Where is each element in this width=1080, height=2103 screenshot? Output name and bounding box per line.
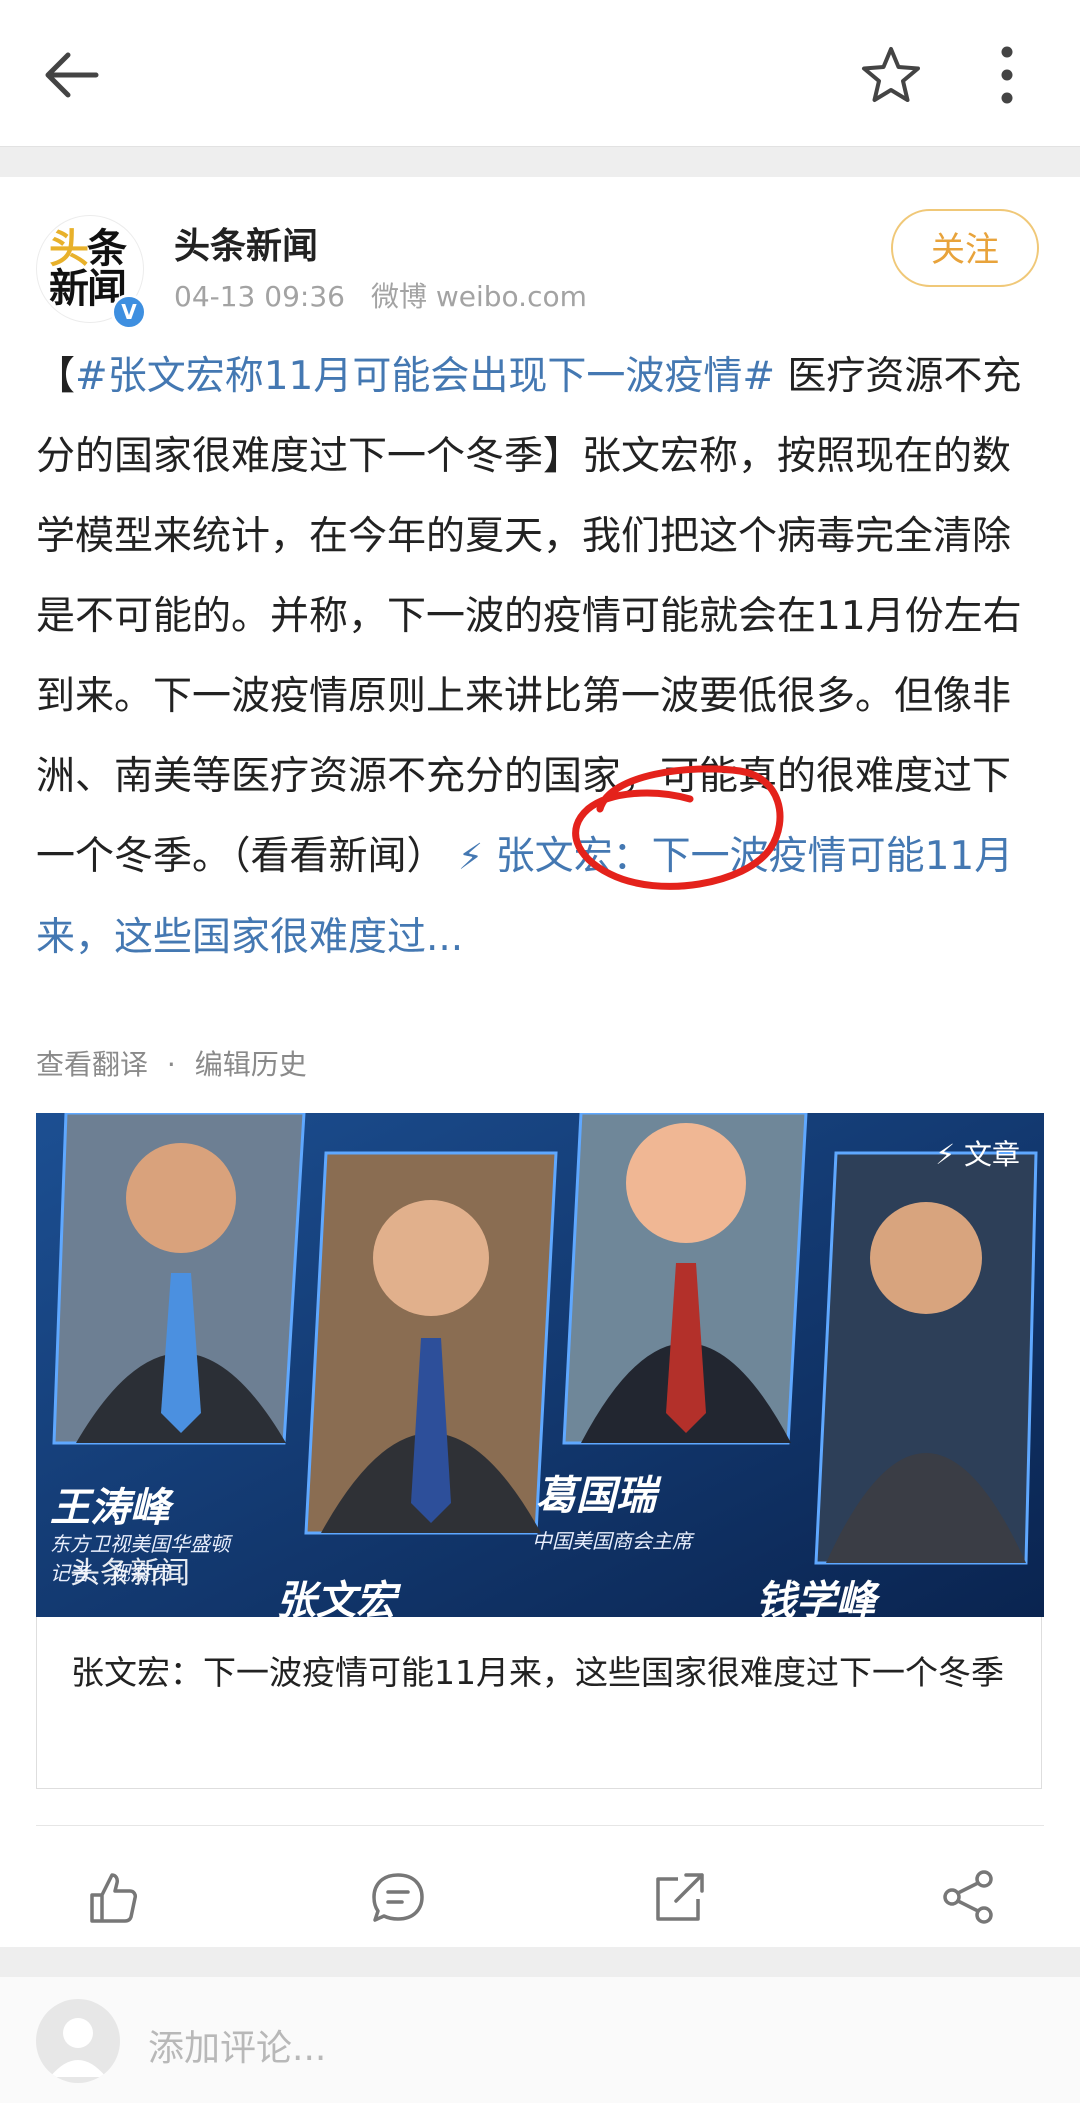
person-name: 钱学峰: [756, 1578, 876, 1617]
article-thumbnail[interactable]: ⚡ 文章 王涛峰 东方卫视美国华盛顿记者、观察员 张文宏 葛国瑞 中国美国商会主…: [36, 1113, 1044, 1617]
person-name: 张文宏: [276, 1578, 396, 1617]
post-source: 微博 weibo.com: [370, 280, 587, 313]
article-tag: ⚡ 文章: [935, 1133, 1020, 1173]
post-sub-actions: 查看翻译 · 编辑历史: [36, 1043, 317, 1083]
person-role: 中国美国商会主席: [532, 1529, 692, 1553]
comment-bar: 添加评论...: [0, 1977, 1080, 2103]
post-time: 04-13 09:36: [174, 280, 345, 313]
translate-link[interactable]: 查看翻译: [36, 1048, 148, 1081]
user-avatar: [36, 1999, 120, 2083]
star-icon[interactable]: [856, 40, 926, 110]
watermark: 头条新闻: [70, 1556, 190, 1591]
post-meta: 04-13 09:36 微博 weibo.com: [174, 275, 613, 315]
post-card: 头条 新闻 V 头条新闻 04-13 09:36 微博 weibo.com 关注 …: [0, 177, 1080, 1947]
article-caption[interactable]: 张文宏：下一波疫情可能11月来，这些国家很难度过下一个冬季: [36, 1617, 1042, 1789]
post-body-text: 医疗资源不充分的国家很难度过下一个冬季】张文宏称，按照现在的数学模型来统计，在今…: [36, 354, 1022, 879]
top-app-bar: [0, 0, 1080, 147]
person-name: 葛国瑞: [536, 1473, 656, 1519]
repost-icon[interactable]: [650, 1867, 710, 1927]
verified-badge-icon: V: [111, 294, 147, 330]
logo-text-top: 头条: [49, 226, 127, 272]
divider: [36, 1825, 1044, 1826]
lightning-icon: ⚡: [935, 1138, 956, 1171]
annotation-circle: [572, 765, 784, 890]
person-name: 王涛峰: [50, 1485, 170, 1531]
thumbs-up-icon[interactable]: [82, 1867, 142, 1927]
arrow-left-icon[interactable]: [38, 40, 108, 110]
article-tag-label: 文章: [963, 1138, 1020, 1171]
topic-link[interactable]: #张文宏称11月可能会出现下一波疫情#: [75, 354, 775, 399]
comment-icon[interactable]: [368, 1867, 428, 1927]
separator-dot: ·: [166, 1048, 176, 1081]
section-gap: [0, 1947, 1080, 1977]
bracket-open: 【: [36, 354, 76, 399]
follow-button[interactable]: 关注: [891, 209, 1039, 287]
default-user-icon: [50, 2018, 106, 2077]
comment-input[interactable]: 添加评论...: [148, 2019, 326, 2071]
account-name[interactable]: 头条新闻: [174, 217, 318, 269]
edit-history-link[interactable]: 编辑历史: [195, 1048, 307, 1081]
section-gap: [0, 147, 1080, 177]
more-vertical-icon[interactable]: [982, 40, 1032, 110]
account-avatar[interactable]: 头条 新闻 V: [36, 215, 147, 330]
lightning-icon: ⚡: [457, 837, 484, 878]
share-icon[interactable]: [938, 1867, 998, 1927]
